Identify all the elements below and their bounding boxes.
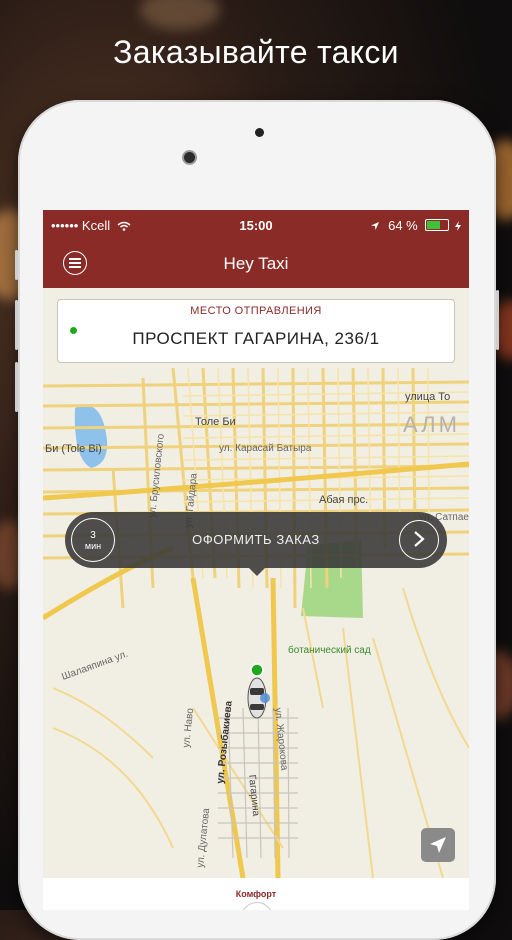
phone-sensor-dot [255, 128, 264, 137]
map-label: ботанический сад [288, 644, 371, 656]
nav-bar: Hey Taxi [43, 240, 469, 288]
map-label: Абая прс. [319, 494, 368, 506]
departure-address[interactable]: ПРОСПЕКТ ГАГАРИНА, 236/1 [58, 329, 454, 349]
phone-side-button [496, 290, 499, 350]
charging-icon [455, 221, 461, 231]
locate-me-button[interactable] [421, 828, 455, 862]
app-title: Hey Taxi [223, 254, 289, 273]
headline: Заказывайте такси [113, 34, 399, 70]
status-right: 64 % [370, 218, 461, 233]
battery-icon [425, 219, 450, 231]
tariff-selector-ring[interactable] [241, 902, 273, 910]
map-label: АЛМ [403, 412, 460, 437]
departure-card[interactable]: МЕСТО ОТПРАВЛЕНИЯ ПРОСПЕКТ ГАГАРИНА, 236… [57, 299, 455, 363]
status-bar: •••••• Kcell 15:00 64 % [43, 210, 469, 240]
map-label: Толе Би [195, 416, 236, 428]
order-bar-pointer [249, 568, 265, 576]
app-screen: •••••• Kcell 15:00 64 % Hey Taxi Толе Би… [43, 210, 469, 910]
location-arrow-icon [371, 222, 380, 230]
chevron-right-icon[interactable] [399, 520, 439, 560]
location-arrow-icon [430, 837, 446, 853]
phone-side-button [15, 362, 18, 412]
background-bokeh [140, 0, 220, 30]
map-label: ул. Карасай Батыра [219, 443, 312, 454]
order-label[interactable]: ОФОРМИТЬ ЗАКАЗ [65, 532, 447, 547]
pickup-pin [250, 663, 264, 677]
departure-label: МЕСТО ОТПРАВЛЕНИЯ [190, 305, 322, 317]
map-label: Би (Tole Bi) [45, 443, 102, 455]
phone-side-button [15, 300, 18, 350]
map-label: улица То [405, 391, 450, 403]
front-camera [184, 152, 195, 163]
order-button-bar[interactable]: 3 мин ОФОРМИТЬ ЗАКАЗ [65, 512, 447, 568]
phone-side-button [15, 250, 18, 280]
tariff-panel: Комфорт [43, 878, 469, 910]
city-map[interactable]: Толе Би Би (Tole Bi) ул. Карасай Батыра … [43, 288, 469, 878]
battery-percent: 64 % [388, 218, 418, 233]
tariff-label[interactable]: Комфорт [43, 889, 469, 899]
